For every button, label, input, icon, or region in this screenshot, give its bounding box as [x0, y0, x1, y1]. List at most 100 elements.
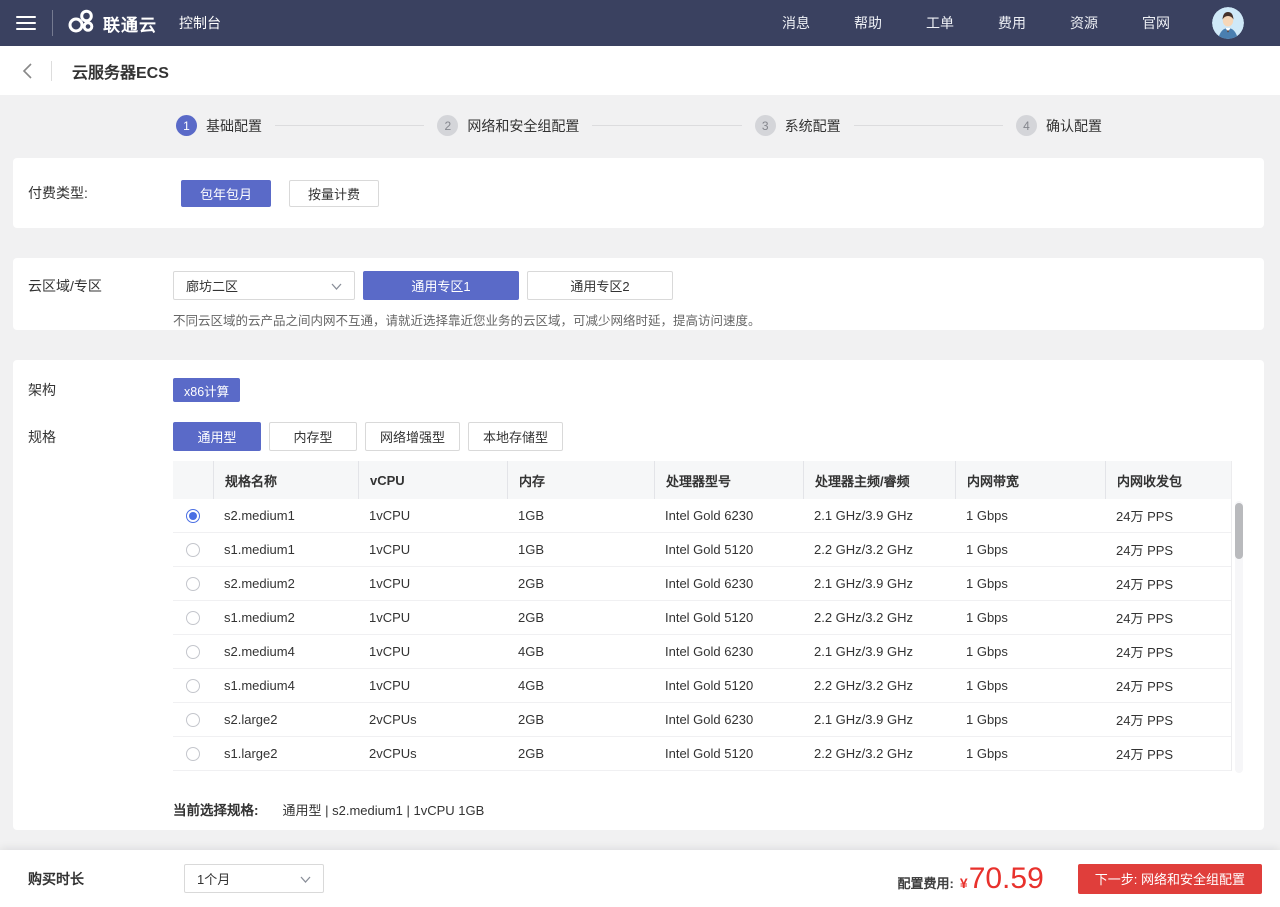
brand-logo[interactable]: 联通云	[67, 8, 157, 38]
nav-billing[interactable]: 费用	[998, 13, 1026, 33]
nav-tickets[interactable]: 工单	[926, 13, 954, 33]
table-row[interactable]: s2.medium1 1vCPU 1GB Intel Gold 6230 2.1…	[173, 499, 1231, 533]
spec-tab-local-storage[interactable]: 本地存储型	[468, 422, 563, 451]
cell-cpu-model: Intel Gold 5120	[654, 669, 803, 702]
row-radio[interactable]	[186, 611, 200, 625]
currency-symbol: ¥	[960, 875, 968, 891]
cell-cpu-freq: 2.2 GHz/3.2 GHz	[803, 533, 955, 566]
row-radio[interactable]	[186, 645, 200, 659]
table-scrollbar-thumb[interactable]	[1235, 503, 1243, 559]
cell-cpu-freq: 2.1 GHz/3.9 GHz	[803, 567, 955, 600]
step-basic-config[interactable]: 1 基础配置	[176, 115, 262, 136]
cell-vcpu: 1vCPU	[358, 533, 507, 566]
table-row[interactable]: s2.large2 2vCPUs 2GB Intel Gold 6230 2.1…	[173, 703, 1231, 737]
table-row[interactable]: s1.medium4 1vCPU 4GB Intel Gold 5120 2.2…	[173, 669, 1231, 703]
table-row[interactable]: s2.medium2 1vCPU 2GB Intel Gold 6230 2.1…	[173, 567, 1231, 601]
col-pps: 内网收发包	[1105, 461, 1232, 499]
cell-memory: 4GB	[507, 669, 654, 702]
brand-name: 联通云	[103, 11, 157, 36]
arch-x86-button[interactable]: x86计算	[173, 378, 240, 402]
spec-tab-network-enhanced[interactable]: 网络增强型	[365, 422, 460, 451]
step-connector	[592, 125, 741, 126]
zone-option-1[interactable]: 通用专区1	[363, 271, 519, 300]
user-avatar[interactable]	[1212, 7, 1244, 39]
row-radio[interactable]	[186, 577, 200, 591]
duration-dropdown[interactable]: 1个月	[184, 864, 324, 893]
spec-label: 规格	[13, 427, 173, 447]
cloud-logo-icon	[67, 8, 96, 38]
topnav: 消息 帮助 工单 费用 资源 官网	[782, 13, 1170, 33]
nav-website[interactable]: 官网	[1142, 13, 1170, 33]
table-row[interactable]: s2.medium4 1vCPU 4GB Intel Gold 6230 2.1…	[173, 635, 1231, 669]
row-radio[interactable]	[186, 543, 200, 557]
fee-amount: 70.59	[969, 864, 1044, 894]
table-row[interactable]: s1.medium2 1vCPU 2GB Intel Gold 5120 2.2…	[173, 601, 1231, 635]
cell-cpu-model: Intel Gold 6230	[654, 499, 803, 532]
table-scrollbar[interactable]	[1235, 501, 1243, 773]
menu-icon[interactable]	[16, 12, 36, 34]
breadcrumb: 云服务器ECS	[0, 46, 1280, 95]
col-cpu-freq: 处理器主频/睿频	[803, 461, 955, 499]
cell-cpu-model: Intel Gold 5120	[654, 737, 803, 770]
payment-type-card: 付费类型: 包年包月 按量计费	[13, 158, 1264, 228]
cell-memory: 2GB	[507, 601, 654, 634]
cell-memory: 2GB	[507, 737, 654, 770]
chevron-down-icon	[300, 871, 311, 886]
next-step-button[interactable]: 下一步: 网络和安全组配置	[1078, 864, 1262, 894]
spec-table-header: 规格名称 vCPU 内存 处理器型号 处理器主频/睿频 内网带宽 内网收发包	[173, 461, 1231, 499]
spec-tab-general[interactable]: 通用型	[173, 422, 261, 451]
cell-bandwidth: 1 Gbps	[955, 533, 1105, 566]
row-radio[interactable]	[186, 713, 200, 727]
region-dropdown[interactable]: 廊坊二区	[173, 271, 355, 300]
step-network-config[interactable]: 2 网络和安全组配置	[437, 115, 579, 136]
duration-label: 购买时长	[28, 869, 84, 889]
nav-messages[interactable]: 消息	[782, 13, 810, 33]
console-link[interactable]: 控制台	[179, 13, 221, 33]
zone-option-2[interactable]: 通用专区2	[527, 271, 673, 300]
cell-spec-name: s1.medium4	[213, 669, 358, 702]
cell-vcpu: 1vCPU	[358, 499, 507, 532]
cell-pps: 24万 PPS	[1105, 499, 1232, 532]
cell-bandwidth: 1 Gbps	[955, 703, 1105, 736]
step-system-config[interactable]: 3 系统配置	[755, 115, 841, 136]
cell-cpu-freq: 2.1 GHz/3.9 GHz	[803, 703, 955, 736]
cell-spec-name: s1.large2	[213, 737, 358, 770]
step-confirm-config[interactable]: 4 确认配置	[1016, 115, 1102, 136]
cell-vcpu: 2vCPUs	[358, 737, 507, 770]
cell-cpu-freq: 2.1 GHz/3.9 GHz	[803, 635, 955, 668]
current-spec-value: 通用型 | s2.medium1 | 1vCPU 1GB	[283, 800, 485, 819]
nav-help[interactable]: 帮助	[854, 13, 882, 33]
cell-cpu-model: Intel Gold 6230	[654, 567, 803, 600]
col-bandwidth: 内网带宽	[955, 461, 1105, 499]
payment-option-prepaid[interactable]: 包年包月	[181, 180, 271, 207]
cell-cpu-freq: 2.2 GHz/3.2 GHz	[803, 669, 955, 702]
cell-bandwidth: 1 Gbps	[955, 737, 1105, 770]
table-row[interactable]: s1.medium1 1vCPU 1GB Intel Gold 5120 2.2…	[173, 533, 1231, 567]
cell-cpu-model: Intel Gold 5120	[654, 533, 803, 566]
col-memory: 内存	[507, 461, 654, 499]
cell-bandwidth: 1 Gbps	[955, 499, 1105, 532]
col-cpu-model: 处理器型号	[654, 461, 803, 499]
current-spec: 当前选择规格: 通用型 | s2.medium1 | 1vCPU 1GB	[173, 799, 1264, 819]
cell-pps: 24万 PPS	[1105, 703, 1232, 736]
cell-pps: 24万 PPS	[1105, 737, 1232, 770]
cell-vcpu: 1vCPU	[358, 635, 507, 668]
table-row[interactable]: s1.large2 2vCPUs 2GB Intel Gold 5120 2.2…	[173, 737, 1231, 771]
cell-cpu-freq: 2.1 GHz/3.9 GHz	[803, 499, 955, 532]
arch-label: 架构	[13, 380, 173, 400]
cell-spec-name: s2.medium2	[213, 567, 358, 600]
back-button[interactable]	[22, 62, 33, 80]
spec-tab-memory[interactable]: 内存型	[269, 422, 357, 451]
row-radio[interactable]	[186, 509, 200, 523]
topbar: 联通云 控制台 消息 帮助 工单 费用 资源 官网	[0, 0, 1280, 46]
spec-table: 规格名称 vCPU 内存 处理器型号 处理器主频/睿频 内网带宽 内网收发包 s…	[173, 461, 1232, 771]
row-radio[interactable]	[186, 679, 200, 693]
region-note: 不同云区域的云产品之间内网不互通，请就近选择靠近您业务的云区域，可减少网络时延，…	[173, 310, 1264, 329]
nav-resources[interactable]: 资源	[1070, 13, 1098, 33]
page-title: 云服务器ECS	[72, 59, 169, 83]
cell-spec-name: s1.medium2	[213, 601, 358, 634]
cell-memory: 4GB	[507, 635, 654, 668]
cell-vcpu: 1vCPU	[358, 669, 507, 702]
row-radio[interactable]	[186, 747, 200, 761]
payment-option-payg[interactable]: 按量计费	[289, 180, 379, 207]
